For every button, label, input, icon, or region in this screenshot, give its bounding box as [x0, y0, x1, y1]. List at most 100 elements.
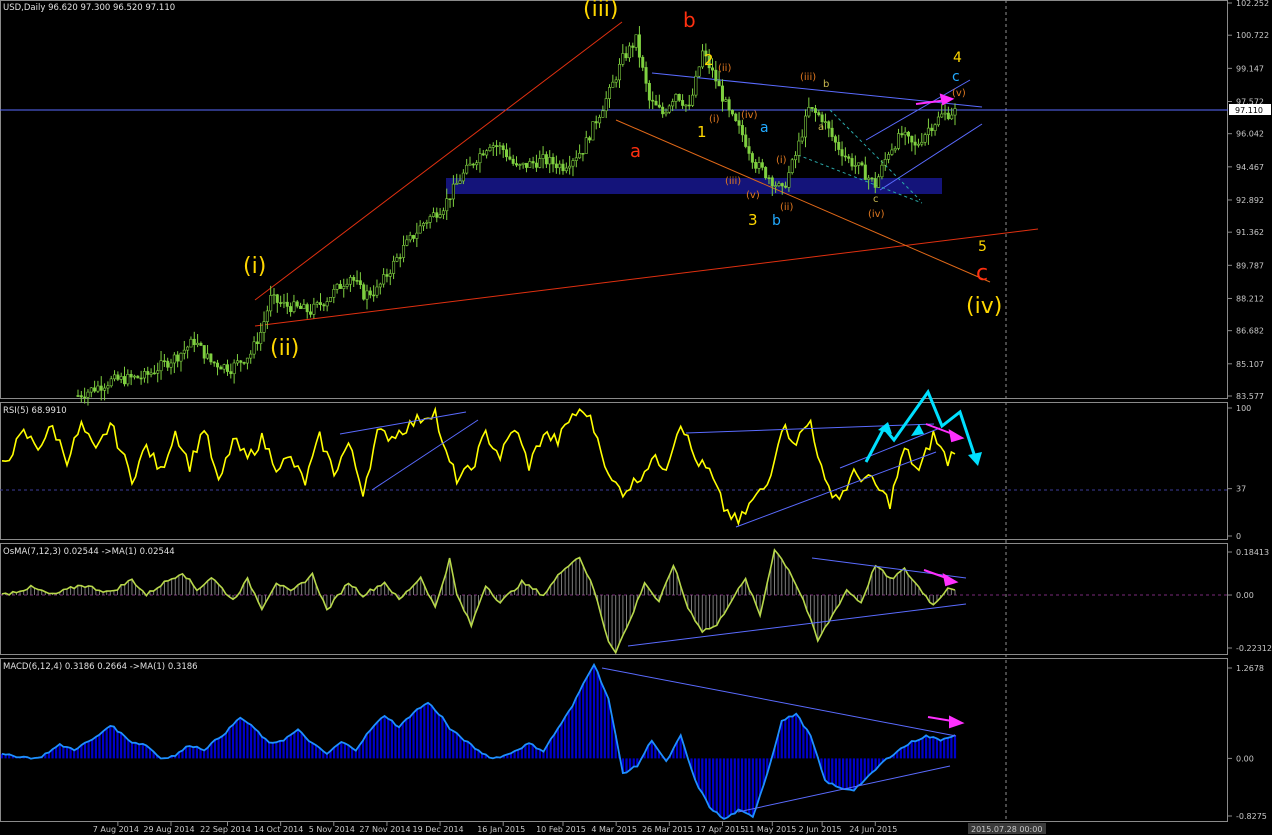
- candle-body: [926, 127, 930, 135]
- candle-body: [289, 306, 293, 312]
- candle-body: [458, 180, 462, 184]
- candle-body: [883, 159, 887, 166]
- subwave-label: (iii): [725, 176, 741, 187]
- candle-body: [528, 161, 532, 168]
- candle-body: [245, 357, 249, 364]
- candle-body: [342, 286, 346, 289]
- candle-body: [667, 105, 671, 113]
- candle-body: [99, 385, 103, 391]
- candle-body: [840, 149, 844, 157]
- chart-window: 102.252100.72299.14797.57296.04294.46792…: [0, 0, 1272, 835]
- candle-body: [295, 301, 299, 307]
- wave-label: 3: [748, 211, 758, 229]
- candle-body: [355, 280, 359, 282]
- candle-body: [319, 302, 323, 306]
- candle-body: [634, 34, 638, 48]
- candle-body: [594, 121, 598, 124]
- time-tick-label: 10 Feb 2015: [536, 825, 586, 834]
- candle-body: [624, 53, 628, 59]
- candle-body: [774, 185, 778, 187]
- wave-label: c: [952, 69, 960, 85]
- wave-label: (i): [709, 114, 720, 125]
- candle-body: [910, 135, 914, 143]
- candle-body: [654, 100, 658, 106]
- candle-body: [405, 239, 409, 246]
- time-tick-label: 19 Dec 2014: [413, 825, 464, 834]
- candle-body: [229, 371, 233, 375]
- wave-label: 2: [704, 51, 714, 69]
- candle-body: [804, 115, 808, 138]
- candle-body: [222, 364, 226, 370]
- wave-label: (ii): [270, 336, 299, 361]
- candle-body: [601, 110, 605, 118]
- candle-body: [465, 164, 469, 174]
- wave-label: (ii): [780, 202, 793, 213]
- candle-body: [561, 163, 565, 172]
- candle-body: [916, 143, 920, 146]
- candle-body: [574, 157, 578, 161]
- wave-label: (iii): [583, 0, 619, 22]
- candle-body: [265, 310, 269, 322]
- indicator-tick-label: -0.8275: [1236, 812, 1267, 821]
- candle-body: [212, 361, 216, 364]
- candle-body: [598, 117, 602, 124]
- candle-body: [843, 155, 847, 158]
- candle-body: [933, 124, 937, 131]
- candle-body: [428, 216, 432, 223]
- wave-label: b: [772, 213, 781, 229]
- candle-body: [641, 56, 645, 68]
- candle-body: [501, 145, 505, 150]
- candle-body: [305, 304, 309, 313]
- candle-body: [684, 104, 688, 107]
- candle-body: [558, 163, 562, 169]
- candle-body: [767, 177, 771, 180]
- candle-body: [415, 232, 419, 239]
- candle-body: [206, 353, 210, 359]
- candle-body: [312, 303, 316, 315]
- wave-label: 1: [697, 123, 707, 141]
- candle-body: [946, 112, 950, 120]
- candle-body: [352, 277, 356, 281]
- candle-body: [292, 301, 296, 312]
- candle-body: [315, 302, 319, 305]
- candle-body: [747, 146, 751, 154]
- candle-body: [488, 147, 492, 152]
- candle-body: [578, 152, 582, 159]
- candle-body: [196, 342, 200, 346]
- indicator-tick-label: 0.00: [1236, 754, 1254, 763]
- wave-label: (iv): [868, 209, 885, 220]
- time-tick-label: 5 Nov 2014: [309, 825, 355, 834]
- candle-body: [451, 183, 455, 200]
- candle-body: [720, 85, 724, 102]
- time-tick-label: 4 Mar 2015: [591, 825, 637, 834]
- candle-body: [388, 273, 392, 277]
- candle-body: [923, 134, 927, 143]
- candle-body: [647, 83, 651, 101]
- candle-body: [906, 131, 910, 137]
- candle-body: [681, 100, 685, 106]
- candle-body: [471, 163, 475, 166]
- candle-body: [338, 283, 342, 289]
- candle-body: [584, 137, 588, 154]
- candle-body: [521, 162, 525, 165]
- candle-body: [132, 375, 136, 378]
- candle-body: [744, 134, 748, 147]
- wave-label: (v): [952, 88, 966, 99]
- candle-body: [534, 162, 538, 168]
- candle-body: [538, 158, 542, 168]
- candle-body: [621, 53, 625, 65]
- candle-body: [943, 112, 947, 115]
- candle-body: [813, 108, 817, 113]
- candle-body: [116, 374, 120, 380]
- candle-body: [897, 133, 901, 149]
- candle-body: [216, 362, 220, 368]
- candle-body: [259, 332, 263, 345]
- candle-body: [332, 289, 336, 298]
- candle-body: [152, 372, 156, 375]
- candle-body: [252, 341, 256, 355]
- price-tick-label: 100.722: [1236, 31, 1269, 40]
- candle-body: [146, 371, 150, 375]
- candle-body: [903, 131, 907, 136]
- candle-body: [149, 372, 153, 375]
- candle-body: [86, 391, 90, 398]
